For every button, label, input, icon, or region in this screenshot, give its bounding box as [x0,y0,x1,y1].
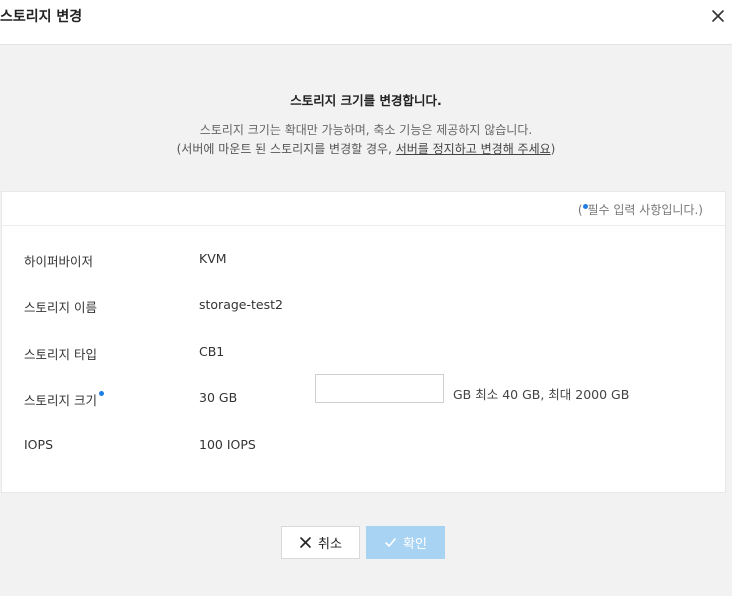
dialog-title: 스토리지 변경 [0,9,83,25]
hypervisor-value: KVM [199,251,227,266]
panel-divider [2,225,725,226]
hypervisor-label: 하이퍼바이저 [24,254,94,269]
intro-warning-prefix: (서버에 마운트 된 스토리지를 변경할 경우, [176,142,396,156]
intro-warning-suffix: ) [550,142,556,156]
storage-name-row: 스토리지 이름 storage-test2 [2,297,725,317]
check-icon [385,538,396,547]
close-icon[interactable] [710,8,726,24]
storage-name-label: 스토리지 이름 [24,300,97,315]
iops-value: 100 IOPS [199,437,256,452]
storage-size-value: 30 GB [199,390,238,405]
confirm-button-label: 확인 [403,537,427,552]
storage-size-row: 스토리지 크기 30 GB GB 최소 40 GB, 최대 2000 GB [2,374,725,410]
cancel-button-label: 취소 [318,537,342,552]
storage-size-label: 스토리지 크기 [24,393,97,408]
storage-name-value: storage-test2 [199,297,283,312]
storage-type-value: CB1 [199,344,225,359]
intro-warning: (서버에 마운트 된 스토리지를 변경할 경우, 서버를 정지하고 변경해 주세… [0,140,732,157]
confirm-button[interactable]: 확인 [366,526,445,559]
intro-heading: 스토리지 크기를 변경합니다. [290,93,442,108]
storage-size-input[interactable] [315,374,444,403]
storage-type-label: 스토리지 타입 [24,347,97,362]
storage-size-hint: GB 최소 40 GB, 최대 2000 GB [453,387,630,402]
iops-label: IOPS [24,437,53,452]
required-note-open: ( [577,203,583,217]
stop-server-link[interactable]: 서버를 정지하고 변경해 주세요 [396,142,551,156]
iops-row: IOPS 100 IOPS [2,437,725,457]
storage-form-panel: ( 필수 입력 사항입니다.) 하이퍼바이저 KVM 스토리지 이름 storag… [1,191,726,493]
required-note: ( 필수 입력 사항입니다.) [578,201,703,218]
hypervisor-row: 하이퍼바이저 KVM [2,251,725,271]
intro-description: 스토리지 크기는 확대만 가능하며, 축소 기능은 제공하지 않습니다. [199,123,533,137]
required-note-text: 필수 입력 사항입니다.) [587,203,704,217]
required-dot-icon [98,391,104,396]
cancel-button[interactable]: 취소 [281,526,360,559]
close-icon [300,537,311,548]
storage-type-row: 스토리지 타입 CB1 [2,344,725,364]
dialog-header: 스토리지 변경 [0,0,732,45]
storage-size-label-wrap: 스토리지 크기 [24,390,104,409]
